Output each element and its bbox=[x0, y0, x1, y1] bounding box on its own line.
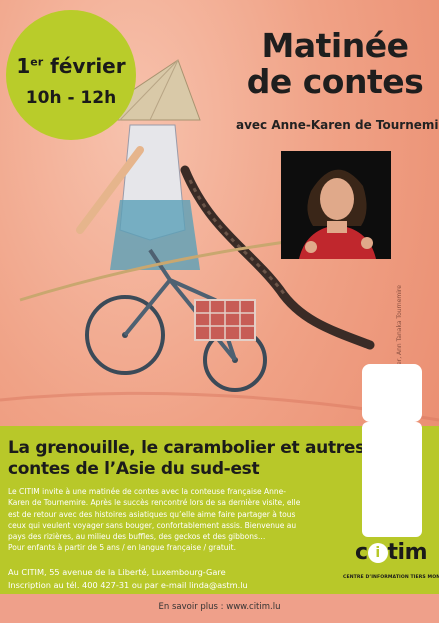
date-badge: 1er février 10h - 12h bbox=[6, 10, 136, 140]
storyteller-photo bbox=[281, 151, 391, 259]
citim-logo: c i tim bbox=[354, 540, 428, 565]
event-description: Le CITIM invite à une matinée de contes … bbox=[8, 487, 301, 553]
poster: 1er février 10h - 12h Matinée de contes … bbox=[0, 0, 439, 623]
footer: En savoir plus : www.citim.lu bbox=[0, 594, 439, 623]
story-title: La grenouille, le carambolier et autres … bbox=[8, 438, 365, 479]
storyteller-name: avec Anne-Karen de Tournemire bbox=[236, 118, 439, 132]
event-address: Au CITIM, 55 avenue de la Liberté, Luxem… bbox=[8, 567, 248, 590]
poster-title: Matinée de contes bbox=[246, 26, 424, 101]
logo-i-stem bbox=[362, 422, 422, 537]
logo-i-dot bbox=[362, 364, 422, 422]
citim-logo-subtitle: CENTRE D’INFORMATION TIERS MONDE bbox=[343, 575, 439, 580]
event-time: 10h - 12h bbox=[25, 88, 117, 108]
event-date: 1er février bbox=[16, 54, 126, 78]
website-link[interactable]: En savoir plus : www.citim.lu bbox=[0, 602, 439, 612]
